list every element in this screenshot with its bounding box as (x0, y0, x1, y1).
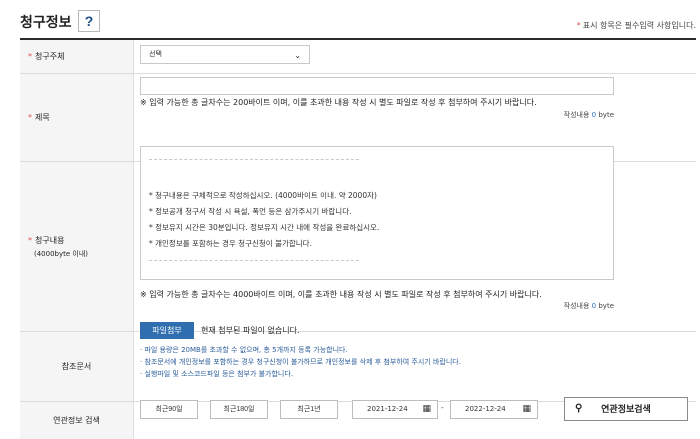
label-title-text: 제목 (35, 113, 50, 122)
label-attachment: 참조문서 (20, 332, 134, 401)
label-subject: * 청구주체 (20, 40, 134, 73)
end-date-input[interactable]: 2022-12-24 ▦ (450, 400, 538, 419)
search-icon: ⚲ (575, 403, 583, 414)
start-date-input[interactable]: 2021-12-24 ▦ (352, 400, 438, 419)
required-mark: * (28, 113, 32, 122)
chevron-down-icon: ⌄ (294, 51, 301, 60)
content-guide: * 청구내용은 구체적으로 작성하십시오. (4000바이트 이내. 약 200… (149, 159, 380, 261)
subject-select[interactable]: 선택 ⌄ (140, 45, 310, 64)
calendar-icon[interactable]: ▦ (522, 401, 531, 418)
content-guide-line: * 정보유지 시간은 30분입니다. 정보유지 시간 내에 작성을 완료하십시오… (149, 223, 380, 232)
content-note: ※ 입력 가능한 총 글자수는 4000바이트 이며, 이를 초과한 내용 작성… (140, 290, 542, 299)
attachment-status: 현재 첨부된 파일이 없습니다. (201, 326, 300, 335)
period-180days-button[interactable]: 최근180일 (210, 400, 268, 419)
content-count-prefix: 작성내용 (563, 302, 590, 310)
title-count-value: 0 (591, 111, 597, 119)
content-textarea[interactable]: * 청구내용은 구체적으로 작성하십시오. (4000바이트 이내. 약 200… (140, 146, 614, 280)
content-guide-line: * 정보공개 청구서 작성 시 욕설, 폭언 등은 삼가주시기 바랍니다. (149, 207, 352, 216)
content-count-unit: byte (598, 302, 614, 310)
date-separator: - (441, 403, 444, 412)
calendar-icon[interactable]: ▦ (422, 401, 431, 418)
required-notice-text: 표시 항목은 필수입력 사항입니다. (582, 21, 696, 30)
attachment-note: · 파일 용량은 20MB를 초과할 수 없으며, 총 5개까지 등록 가능합니… (140, 346, 348, 354)
period-90days-button[interactable]: 최근90일 (140, 400, 198, 419)
attach-file-button[interactable]: 파일첨부 (140, 322, 194, 339)
content-byte-count: 작성내용 0 byte (564, 301, 614, 311)
title-note: ※ 입력 가능한 총 글자수는 200바이트 이며, 이를 초과한 내용 작성 … (140, 98, 537, 107)
attachment-note: · 실행파일 및 소스코드파일 등은 첨부가 불가합니다. (140, 370, 294, 378)
label-subject-text: 청구주체 (35, 52, 65, 61)
attachment-note: · 참조문서에 개인정보를 포함하는 경우 청구신청이 불가하므로 개인정보를 … (140, 358, 461, 366)
section-header: 청구정보 ? * 표시 항목은 필수입력 사항입니다. (20, 10, 700, 36)
label-title: * 제목 (20, 74, 134, 161)
required-mark: * (28, 235, 32, 245)
label-content-sub: (4000byte 이내) (34, 249, 89, 258)
content-guide-line: * 개인정보를 포함하는 경우 청구신청이 불가합니다. (149, 239, 312, 248)
required-notice: * 표시 항목은 필수입력 사항입니다. (577, 20, 696, 31)
end-date-value: 2022-12-24 (465, 405, 506, 413)
title-count-prefix: 작성내용 (563, 111, 590, 119)
required-mark: * (576, 21, 581, 30)
subject-select-value: 선택 (149, 50, 162, 58)
help-button[interactable]: ? (78, 10, 100, 32)
related-search-button[interactable]: ⚲ 연관정보검색 (564, 397, 688, 421)
label-related-search: 연관정보 검색 (20, 402, 134, 439)
required-mark: * (28, 52, 32, 61)
title-input[interactable] (140, 77, 614, 95)
start-date-value: 2021-12-24 (367, 405, 408, 413)
content-guide-line: * 청구내용은 구체적으로 작성하십시오. (4000바이트 이내. 약 200… (149, 191, 377, 200)
content-count-value: 0 (591, 302, 597, 310)
label-content: * 청구내용 (4000byte 이내) (20, 162, 134, 331)
section-title: 청구정보 (20, 15, 72, 31)
period-1year-button[interactable]: 최근1년 (280, 400, 338, 419)
row-subject: * 청구주체 (20, 40, 696, 74)
title-count-unit: byte (598, 111, 614, 119)
title-byte-count: 작성내용 0 byte (564, 110, 614, 120)
label-content-text: 청구내용 (35, 235, 65, 245)
related-search-button-label: 연관정보검색 (601, 404, 651, 414)
attachment-notes: · 파일 용량은 20MB를 초과할 수 없으며, 총 5개까지 등록 가능합니… (140, 344, 461, 380)
